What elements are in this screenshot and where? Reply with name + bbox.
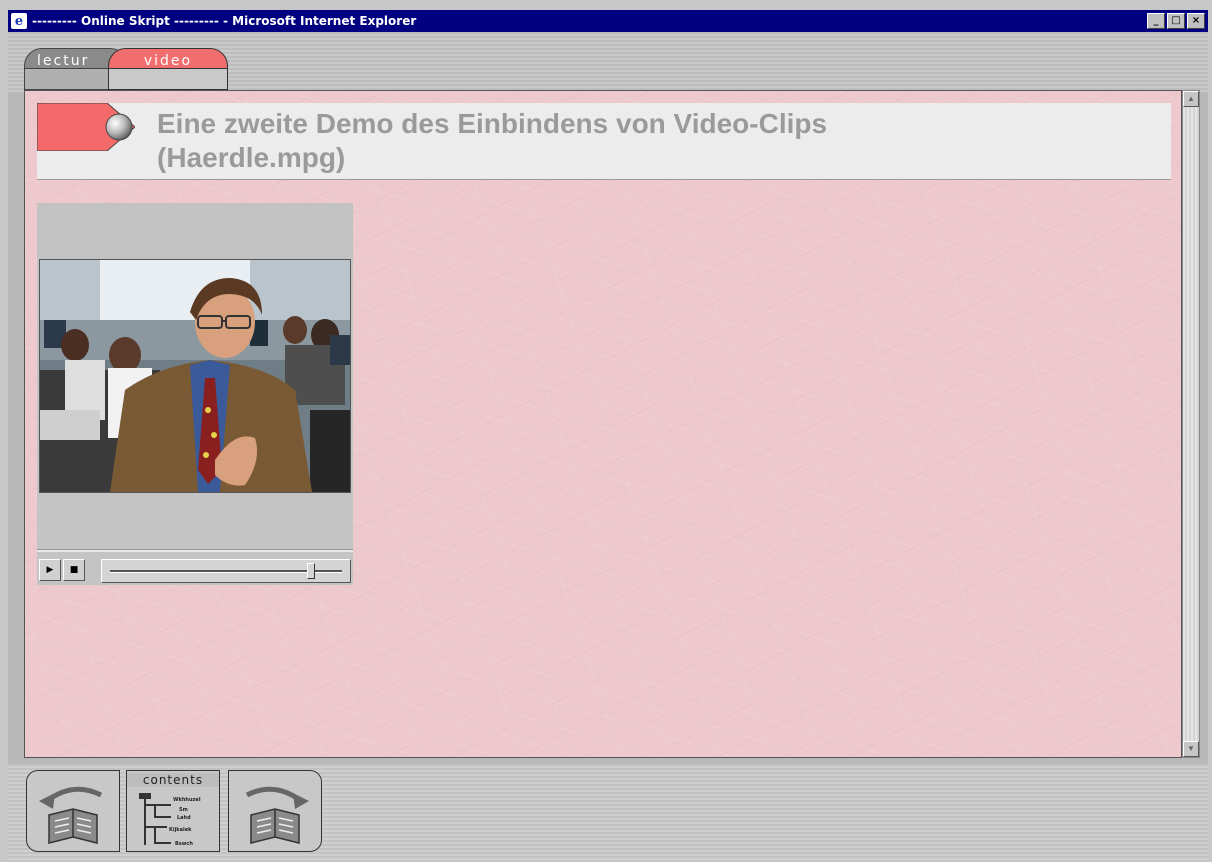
internet-explorer-icon: e xyxy=(11,13,27,29)
tree-item-label: Sm xyxy=(179,807,188,813)
seek-thumb[interactable] xyxy=(307,563,316,579)
window-titlebar: e --------- Online Skript --------- - Mi… xyxy=(8,10,1208,32)
book-back-icon xyxy=(39,786,103,844)
bottom-navigation: contents Wkhhuzel Sm Lahd Kijkalek Bswch xyxy=(8,764,1208,860)
scroll-down-button[interactable]: ▼ xyxy=(1183,741,1199,757)
book-forward-icon xyxy=(245,786,309,844)
scroll-up-button[interactable]: ▲ xyxy=(1183,91,1199,107)
stop-button[interactable]: ■ xyxy=(63,559,85,581)
play-icon: ▶ xyxy=(46,565,54,575)
stop-icon: ■ xyxy=(69,565,79,575)
page-title-line2: (Haerdle.mpg) xyxy=(157,142,346,173)
page-title: Eine zweite Demo des Einbindens von Vide… xyxy=(157,107,1117,175)
contents-button[interactable]: contents Wkhhuzel Sm Lahd Kijkalek Bswch xyxy=(126,770,220,852)
seek-slider[interactable] xyxy=(101,559,351,583)
video-display[interactable] xyxy=(39,259,351,493)
page-title-line1: Eine zweite Demo des Einbindens von Vide… xyxy=(157,108,828,139)
tab-lecture-label: lectur xyxy=(37,53,90,69)
video-player: ▶ ■ xyxy=(37,203,353,585)
tree-item-label: Kijkalek xyxy=(169,827,192,833)
window-title: --------- Online Skript --------- - Micr… xyxy=(32,14,417,28)
browser-content-frame: lectur video Eine zweite Demo des Einbin… xyxy=(8,32,1208,860)
window-controls: _ □ × xyxy=(1147,13,1205,29)
heading-marker-icon xyxy=(37,103,135,151)
close-button[interactable]: × xyxy=(1187,13,1205,29)
minimize-button[interactable]: _ xyxy=(1147,13,1165,29)
player-header xyxy=(37,203,353,259)
content-panel: Eine zweite Demo des Einbindens von Vide… xyxy=(24,90,1182,758)
tab-video-label: video xyxy=(143,53,193,69)
page-heading: Eine zweite Demo des Einbindens von Vide… xyxy=(37,103,1171,180)
maximize-button[interactable]: □ xyxy=(1167,13,1185,29)
vertical-scrollbar[interactable]: ▲ ▼ xyxy=(1182,90,1200,758)
player-divider xyxy=(37,549,353,552)
tree-item-label: Wkhhuzel xyxy=(173,797,201,803)
tree-item-label: Bswch xyxy=(175,841,193,847)
previous-page-button[interactable] xyxy=(26,770,120,852)
next-page-button[interactable] xyxy=(228,770,322,852)
contents-tree-icon xyxy=(139,793,171,845)
play-button[interactable]: ▶ xyxy=(39,559,61,581)
tab-video[interactable]: video xyxy=(108,48,228,90)
tree-item-label: Lahd xyxy=(177,815,191,821)
video-frame-image xyxy=(40,260,350,492)
